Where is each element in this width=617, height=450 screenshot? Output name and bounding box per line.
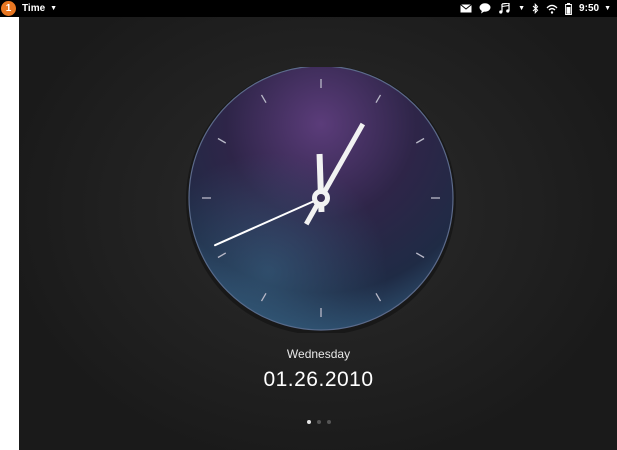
chevron-down-icon: ▼ bbox=[50, 5, 58, 12]
status-bar: 1 Time ▼ ▼ 9:50 ▼ bbox=[0, 0, 617, 17]
page-dot[interactable] bbox=[326, 420, 331, 424]
chat-icon[interactable] bbox=[479, 3, 491, 14]
page-dot[interactable] bbox=[316, 420, 321, 424]
email-icon[interactable] bbox=[460, 4, 472, 13]
music-icon[interactable] bbox=[498, 3, 511, 14]
app-menu-label: Time bbox=[22, 3, 46, 14]
analog-clock bbox=[186, 67, 456, 333]
app-menu[interactable]: Time ▼ bbox=[22, 0, 57, 17]
date-label: 01.26.2010 bbox=[263, 368, 374, 391]
weekday-label: Wednesday bbox=[286, 347, 351, 361]
time-menu[interactable]: 9:50 ▼ bbox=[579, 3, 611, 14]
page-dot[interactable] bbox=[306, 420, 311, 424]
wifi-icon[interactable] bbox=[546, 4, 558, 14]
status-icons: ▼ 9:50 ▼ bbox=[460, 0, 611, 17]
chevron-down-icon[interactable]: ▼ bbox=[518, 5, 525, 12]
status-time: 9:50 bbox=[579, 3, 600, 14]
battery-icon[interactable] bbox=[565, 2, 572, 15]
clock-hub-center bbox=[317, 194, 325, 202]
chevron-down-icon: ▼ bbox=[604, 5, 611, 12]
notification-badge[interactable]: 1 bbox=[1, 1, 16, 16]
page-indicator bbox=[0, 420, 617, 424]
bluetooth-icon[interactable] bbox=[532, 3, 539, 14]
